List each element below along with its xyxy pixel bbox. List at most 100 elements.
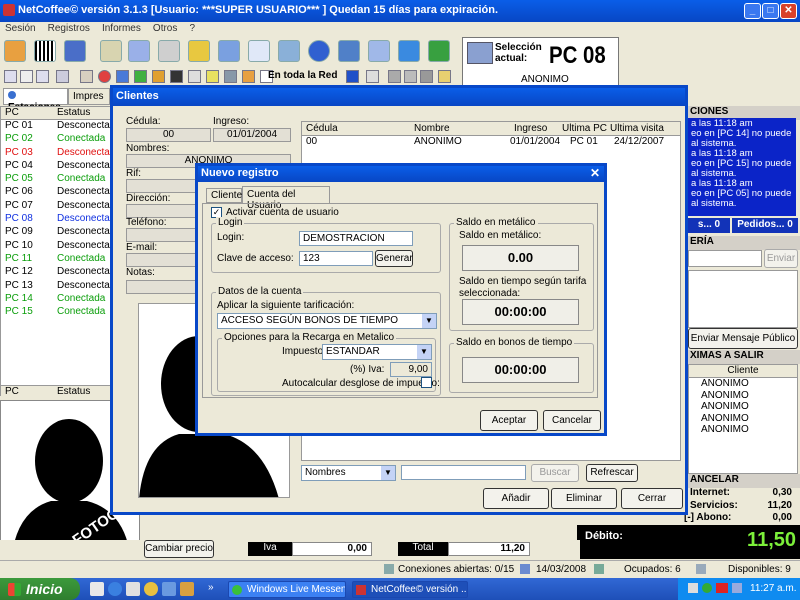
webcam-icon[interactable] xyxy=(420,70,433,83)
minimize-button[interactable]: _ xyxy=(744,3,761,19)
tray-icon-1[interactable] xyxy=(688,583,698,593)
dollar-icon[interactable] xyxy=(346,70,359,83)
public-message-button[interactable]: Enviar Mensaje Público xyxy=(688,328,798,349)
col-nombre[interactable]: Nombre xyxy=(414,123,450,134)
tray-icon-3[interactable] xyxy=(716,583,728,593)
task-messenger[interactable]: Windows Live Messen... xyxy=(228,581,346,598)
document-icon[interactable] xyxy=(248,40,270,62)
quicklaunch-icon-6[interactable] xyxy=(180,582,194,596)
grid-icon[interactable] xyxy=(4,70,17,83)
edit2-icon[interactable] xyxy=(128,40,150,62)
change-price-button[interactable]: Cambiar precio xyxy=(144,540,214,558)
table-row[interactable]: 00 ANONIMO 01/01/2004 PC 01 24/12/2007 xyxy=(302,136,680,149)
col-estatus[interactable]: Estatus xyxy=(57,107,90,118)
network-icon[interactable] xyxy=(278,40,300,62)
camera-icon[interactable] xyxy=(388,70,401,83)
generate-button[interactable]: Generar xyxy=(375,250,413,267)
col-cedula[interactable]: Cédula xyxy=(306,123,338,134)
tray-icon-4[interactable] xyxy=(732,583,742,593)
menu-otros[interactable]: Otros xyxy=(153,23,177,34)
task-netcoffee[interactable]: NetCoffee© versión ... xyxy=(352,581,468,598)
tab-estaciones[interactable]: Estaciones xyxy=(3,88,68,113)
quicklaunch-icon-3[interactable] xyxy=(126,582,140,596)
refresh-button[interactable]: Refrescar xyxy=(586,464,638,482)
menu-help[interactable]: ? xyxy=(189,23,195,34)
refresh-icon[interactable] xyxy=(398,40,420,62)
quicklaunch-icon-2[interactable] xyxy=(108,582,122,596)
table-icon[interactable] xyxy=(56,70,69,83)
col-ultima-pc[interactable]: Ultima PC xyxy=(562,123,607,134)
orders-left-button[interactable]: s... 0 xyxy=(688,218,730,233)
list-item[interactable]: ANONIMO xyxy=(689,390,797,402)
lock-icon[interactable] xyxy=(242,70,255,83)
money-icon[interactable] xyxy=(170,70,183,83)
dialog-close-icon[interactable]: ✕ xyxy=(590,166,600,180)
forbidden-icon[interactable] xyxy=(98,70,111,83)
delete-button[interactable]: Eliminar xyxy=(551,488,617,509)
search-input[interactable] xyxy=(401,465,526,480)
close-button[interactable]: ✕ xyxy=(780,3,797,19)
add-button[interactable]: Añadir xyxy=(483,488,549,509)
list-item[interactable]: ANONIMO xyxy=(689,413,797,425)
tab-cuenta-usuario[interactable]: Cuenta del Usuario xyxy=(242,186,330,211)
gear-icon[interactable] xyxy=(116,70,129,83)
footer-col-estatus[interactable]: Estatus xyxy=(57,386,90,397)
folder-icon[interactable] xyxy=(438,70,451,83)
edit-icon[interactable] xyxy=(100,40,122,62)
quicklaunch-icon-1[interactable] xyxy=(90,582,104,596)
start-button[interactable]: Inicio xyxy=(0,578,80,600)
quicklaunch-expand-icon[interactable]: » xyxy=(208,582,214,593)
menu-registros[interactable]: Registros xyxy=(48,23,90,34)
cedula-field[interactable]: 00 xyxy=(126,128,211,142)
calc-small-icon[interactable] xyxy=(188,70,201,83)
tab-cliente[interactable]: Cliente xyxy=(206,188,242,203)
status-icon[interactable] xyxy=(134,70,147,83)
magic-icon[interactable] xyxy=(158,40,180,62)
quicklaunch-icon-4[interactable] xyxy=(144,582,158,596)
list-item[interactable]: ANONIMO xyxy=(689,424,797,436)
password-input[interactable]: 123 xyxy=(299,251,373,266)
rate-select[interactable]: ACCESO SEGÚN BONOS DE TIEMPO ▼ xyxy=(217,313,437,329)
calculator-icon[interactable] xyxy=(368,40,390,62)
autocalc-checkbox[interactable] xyxy=(421,377,432,388)
iva-pct-input[interactable]: 9,00 xyxy=(390,362,432,377)
send-button[interactable]: Enviar xyxy=(764,249,798,268)
computer-icon[interactable] xyxy=(428,40,450,62)
tax-select[interactable]: ESTANDAR ▼ xyxy=(322,344,432,360)
login-input[interactable]: DEMOSTRACION xyxy=(299,231,413,246)
print-icon[interactable] xyxy=(80,70,93,83)
chat-icon[interactable] xyxy=(152,70,165,83)
checklist-icon[interactable] xyxy=(218,40,240,62)
menu-informes[interactable]: Informes xyxy=(102,23,141,34)
person-icon[interactable] xyxy=(64,40,86,62)
pedidos-button[interactable]: Pedidos... 0 xyxy=(732,218,798,233)
cancel-button[interactable]: Cancelar xyxy=(543,410,601,431)
power-icon[interactable] xyxy=(224,70,237,83)
info-icon[interactable] xyxy=(308,40,330,62)
tab-impresoras[interactable]: Impres xyxy=(68,88,110,105)
next-out-column[interactable]: Cliente xyxy=(689,365,797,378)
users-icon[interactable] xyxy=(4,40,26,62)
scanner-icon[interactable] xyxy=(404,70,417,83)
close-clientes-button[interactable]: Cerrar xyxy=(621,488,683,509)
search-button[interactable]: Buscar xyxy=(531,464,579,482)
menu-sesion[interactable]: Sesión xyxy=(5,23,36,34)
list-item[interactable]: ANONIMO xyxy=(689,378,797,390)
tray-icon-2[interactable] xyxy=(702,583,712,593)
list-item[interactable]: ANONIMO xyxy=(689,401,797,413)
clock[interactable]: 11:27 a.m. xyxy=(750,583,797,594)
clock-icon[interactable] xyxy=(20,70,33,83)
ingreso-field[interactable]: 01/01/2004 xyxy=(213,128,291,142)
phone-icon[interactable] xyxy=(366,70,379,83)
col-ultima-visita[interactable]: Ultima visita xyxy=(610,123,664,134)
search-field-select[interactable]: Nombres ▼ xyxy=(301,465,396,481)
footer-col-pc[interactable]: PC xyxy=(5,386,19,397)
col-pc[interactable]: PC xyxy=(5,107,19,118)
message-icon[interactable] xyxy=(206,70,219,83)
list-icon[interactable] xyxy=(36,70,49,83)
search-icon[interactable] xyxy=(338,40,360,62)
message-input[interactable] xyxy=(688,250,762,267)
quicklaunch-icon-5[interactable] xyxy=(162,582,176,596)
maximize-button[interactable]: □ xyxy=(762,3,779,19)
col-ingreso[interactable]: Ingreso xyxy=(514,123,547,134)
